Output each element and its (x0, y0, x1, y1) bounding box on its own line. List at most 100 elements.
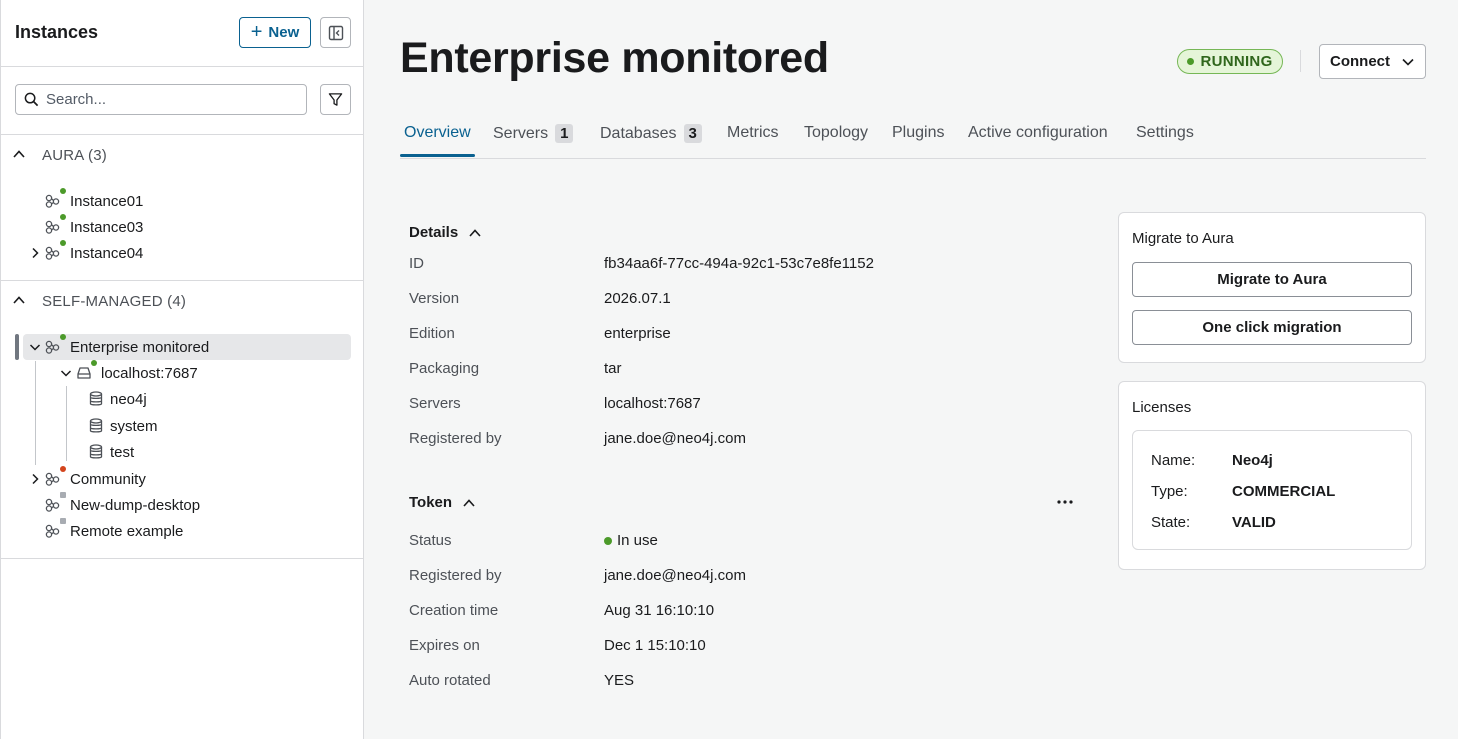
section-title: Token (409, 494, 453, 511)
status-dot (60, 518, 66, 524)
instance-icon (45, 524, 60, 538)
tab-plugins[interactable]: Plugins (892, 124, 944, 142)
tree-item-community[interactable]: Community (1, 466, 363, 491)
search-input[interactable] (46, 91, 286, 108)
tree-item-instance01[interactable]: Instance01 (1, 188, 363, 213)
detail-value: jane.doe@neo4j.com (604, 430, 746, 447)
status-text: RUNNING (1200, 53, 1273, 70)
tree-item-enterprise-monitored[interactable]: Enterprise monitored (1, 334, 363, 359)
group-label: AURA (3) (42, 146, 107, 164)
collapse-sidebar-button[interactable] (320, 17, 351, 48)
tree-item-database-test[interactable]: test (1, 440, 363, 464)
token-value: In use (617, 532, 658, 549)
detail-value: enterprise (604, 325, 671, 342)
database-icon (89, 444, 103, 459)
tab-label: Settings (1136, 124, 1194, 141)
token-status-value: In use (604, 532, 658, 549)
instance-icon (45, 498, 60, 512)
tab-databases[interactable]: Databases 3 (600, 124, 702, 143)
status-dot (60, 466, 66, 472)
detail-key: ID (409, 255, 424, 272)
tree-item-label: system (110, 417, 158, 435)
tree-item-remote-example[interactable]: Remote example (1, 518, 363, 543)
chevron-right-icon[interactable] (29, 247, 41, 259)
filter-button[interactable] (320, 84, 351, 115)
sidebar-collapse-icon (328, 25, 343, 40)
instance-icon (45, 472, 60, 486)
token-value: YES (604, 672, 635, 689)
status-dot (60, 334, 66, 340)
tree-item-server[interactable]: localhost:7687 (1, 360, 363, 385)
chevron-up-icon (469, 228, 481, 237)
tree-item-new-dump-desktop[interactable]: New-dump-desktop (1, 492, 363, 517)
tree-item-label: New-dump-desktop (70, 496, 201, 514)
sidebar-header: Instances + New (1, 0, 363, 67)
status-dot (91, 360, 97, 366)
sidebar-title: Instances (15, 22, 99, 42)
server-icon (77, 367, 91, 379)
license-value: COMMERCIAL (1232, 483, 1336, 500)
tree-item-label: localhost:7687 (101, 364, 198, 382)
active-tab-indicator (400, 154, 475, 157)
group-header-self-managed[interactable]: SELF-MANAGED (4) (1, 281, 363, 321)
chevron-up-icon (13, 150, 25, 158)
token-key: Registered by (409, 567, 502, 584)
filter-icon (328, 93, 343, 106)
tab-settings[interactable]: Settings (1136, 124, 1194, 142)
more-horizontal-icon (1057, 500, 1073, 504)
migrate-to-aura-button[interactable]: Migrate to Aura (1132, 262, 1412, 297)
tree-item-label: Instance04 (70, 244, 144, 262)
tree-item-database-system[interactable]: system (1, 414, 363, 438)
tree-item-label: Remote example (70, 522, 184, 540)
tree-item-label: Community (70, 470, 146, 488)
tab-label: Active configuration (968, 124, 1108, 141)
detail-key: Version (409, 290, 460, 307)
tree-item-instance04[interactable]: Instance04 (1, 240, 363, 265)
tree-item-instance03[interactable]: Instance03 (1, 214, 363, 239)
page-title: Enterprise monitored (400, 34, 829, 82)
tab-active-configuration[interactable]: Active configuration (968, 124, 1108, 142)
detail-value: tar (604, 360, 622, 377)
section-title: Details (409, 224, 459, 241)
token-section-header[interactable]: Token (409, 494, 476, 511)
migrate-card: Migrate to Aura Migrate to Aura One clic… (1118, 212, 1426, 363)
license-key: State: (1151, 514, 1191, 531)
database-icon (89, 391, 103, 406)
licenses-card: Licenses Name: Neo4j Type: COMMERCIAL St… (1118, 381, 1426, 570)
database-icon (89, 418, 103, 433)
sidebar-search-area (1, 67, 363, 135)
chevron-down-icon[interactable] (29, 341, 41, 353)
card-title: Migrate to Aura (1132, 230, 1234, 247)
tree-item-database-neo4j[interactable]: neo4j (1, 387, 363, 411)
detail-key: Servers (409, 395, 461, 412)
tree-item-label: Instance01 (70, 192, 144, 210)
tab-label: Topology (804, 124, 869, 141)
divider (1, 558, 363, 559)
tab-topology[interactable]: Topology (804, 124, 868, 142)
detail-key: Edition (409, 325, 455, 342)
tab-label: Databases (600, 124, 677, 142)
token-more-button[interactable] (1052, 490, 1078, 514)
tab-bar: Overview Servers 1 Databases 3 Metrics Top… (400, 120, 1426, 159)
detail-value: localhost:7687 (604, 395, 701, 412)
instances-sidebar: Instances + New AURA (3) Instance01 Inst… (0, 0, 364, 739)
status-dot (60, 188, 66, 194)
token-value: Aug 31 16:10:10 (604, 602, 715, 619)
tab-overview[interactable]: Overview (404, 124, 471, 142)
tree-item-label: Instance03 (70, 218, 144, 236)
group-header-aura[interactable]: AURA (3) (1, 135, 363, 175)
tab-label: Servers (493, 124, 549, 142)
tab-metrics[interactable]: Metrics (727, 124, 779, 142)
details-section-header[interactable]: Details (409, 224, 482, 241)
connect-button[interactable]: Connect (1319, 44, 1426, 79)
chevron-down-icon[interactable] (60, 367, 72, 379)
chevron-up-icon (463, 498, 475, 507)
token-key: Auto rotated (409, 672, 491, 689)
new-instance-button[interactable]: + New (239, 17, 311, 48)
instance-icon (45, 340, 60, 354)
tab-label: Metrics (727, 124, 779, 141)
chevron-right-icon[interactable] (29, 473, 41, 485)
tab-servers[interactable]: Servers 1 (493, 124, 574, 143)
token-key: Status (409, 532, 452, 549)
one-click-migration-button[interactable]: One click migration (1132, 310, 1412, 345)
